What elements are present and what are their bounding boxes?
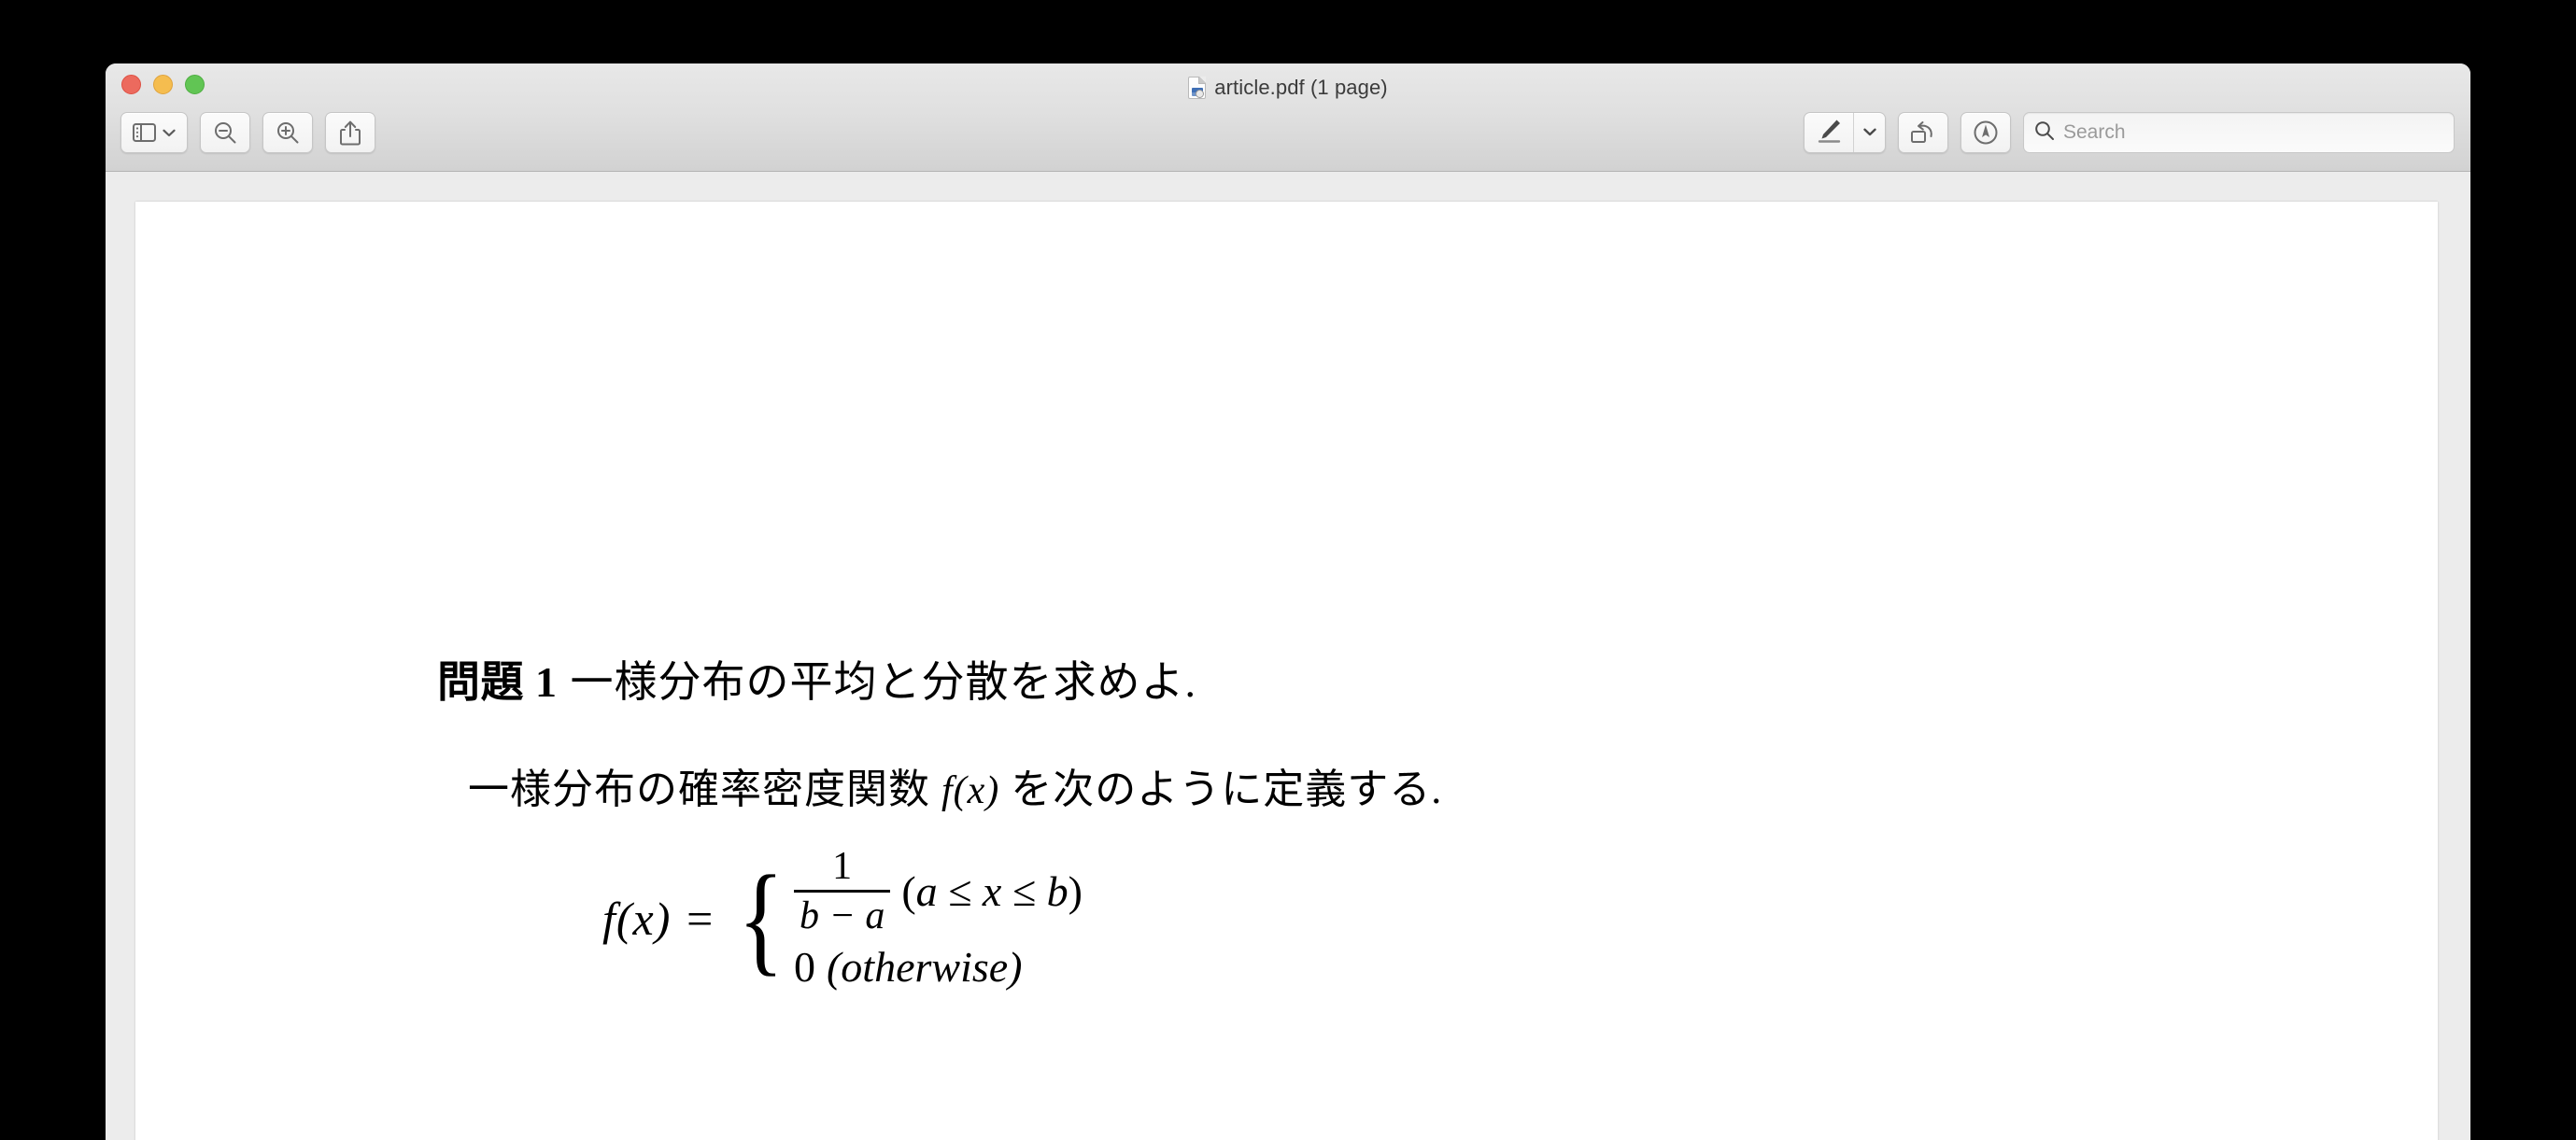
chevron-down-icon	[1862, 124, 1876, 141]
maximize-window-button[interactable]	[185, 75, 205, 94]
zoom-in-button[interactable]	[262, 112, 313, 153]
minimize-window-button[interactable]	[153, 75, 173, 94]
fraction-numerator: 1	[832, 845, 853, 888]
definition-variable: f(x)	[941, 769, 1000, 812]
toolbar-right-group: Search	[1804, 112, 2455, 153]
paren-open: (	[901, 867, 916, 916]
fraction-denominator: b − a	[799, 894, 885, 938]
paren-close: )	[1068, 867, 1083, 916]
window-titlebar[interactable]: article.pdf (1 page) Search	[106, 63, 2470, 172]
chevron-down-icon	[163, 129, 176, 137]
definition-line: 一様分布の確率密度関数 f(x) を次のように定義する.	[468, 767, 1443, 812]
pen-nib-circle-icon	[1973, 120, 1999, 146]
formula-case-2: 0 (otherwise)	[794, 942, 1083, 992]
formula-case-1-condition: (a ≤ x ≤ b)	[901, 866, 1083, 916]
zoom-out-icon	[213, 120, 237, 145]
markup-pen-split-button	[1804, 112, 1886, 153]
toolbar-left-group	[120, 112, 375, 153]
search-icon	[2034, 120, 2055, 146]
formula-case-2-condition: (otherwise)	[826, 943, 1023, 992]
definition-suffix: を次のように定義する.	[1011, 767, 1443, 812]
formula-case-2-value: 0	[793, 943, 815, 992]
document-scroll-area[interactable]: 問題 1 一様分布の平均と分散を求めよ. 一様分布の確率密度関数 f(x) を次の…	[106, 172, 2470, 1140]
window-title: article.pdf (1 page)	[106, 76, 2470, 100]
search-input-placeholder[interactable]: Search	[2063, 121, 2126, 144]
piecewise-formula: f(x) = { 1 b − a (a ≤ x ≤ b) 0 (otherwis…	[602, 846, 1083, 992]
left-curly-brace-icon: {	[737, 849, 785, 987]
condition-text: a ≤ x ≤ b	[915, 867, 1069, 916]
rotate-left-button[interactable]	[1898, 112, 1948, 153]
close-window-button[interactable]	[121, 75, 141, 94]
pdf-page: 問題 1 一様分布の平均と分散を求めよ. 一様分布の確率密度関数 f(x) を次の…	[135, 202, 2438, 1140]
share-icon	[339, 120, 361, 146]
highlighter-pen-icon	[1815, 118, 1843, 148]
annotate-button[interactable]	[1960, 112, 2011, 153]
window-title-text: article.pdf (1 page)	[1214, 76, 1388, 99]
definition-prefix: 一様分布の確率密度関数	[468, 767, 930, 812]
fraction-bar	[793, 890, 891, 894]
problem-heading-statement: 一様分布の平均と分散を求めよ.	[570, 658, 1196, 706]
share-button[interactable]	[325, 112, 375, 153]
fraction: 1 b − a	[793, 845, 891, 938]
formula-lhs: f(x) =	[602, 893, 716, 946]
zoom-in-icon	[276, 120, 300, 145]
formula-cases: 1 b − a (a ≤ x ≤ b) 0 (otherwise)	[793, 845, 1083, 992]
rotate-left-icon	[1909, 120, 1937, 146]
sidebar-icon	[133, 123, 156, 142]
markup-pen-button[interactable]	[1805, 113, 1853, 152]
preview-window: article.pdf (1 page) Search 問題 1 一様分布の平均…	[106, 63, 2470, 1140]
sidebar-toggle-button[interactable]	[120, 112, 188, 153]
zoom-out-button[interactable]	[200, 112, 250, 153]
traffic-lights	[121, 75, 205, 94]
search-field[interactable]: Search	[2023, 112, 2455, 153]
pdf-document-icon	[1188, 77, 1207, 99]
formula-case-1: 1 b − a (a ≤ x ≤ b)	[793, 845, 1083, 938]
problem-heading-label: 問題 1	[437, 658, 558, 706]
problem-heading: 問題 1 一様分布の平均と分散を求めよ.	[437, 661, 1196, 704]
markup-pen-dropdown-button[interactable]	[1853, 113, 1885, 152]
